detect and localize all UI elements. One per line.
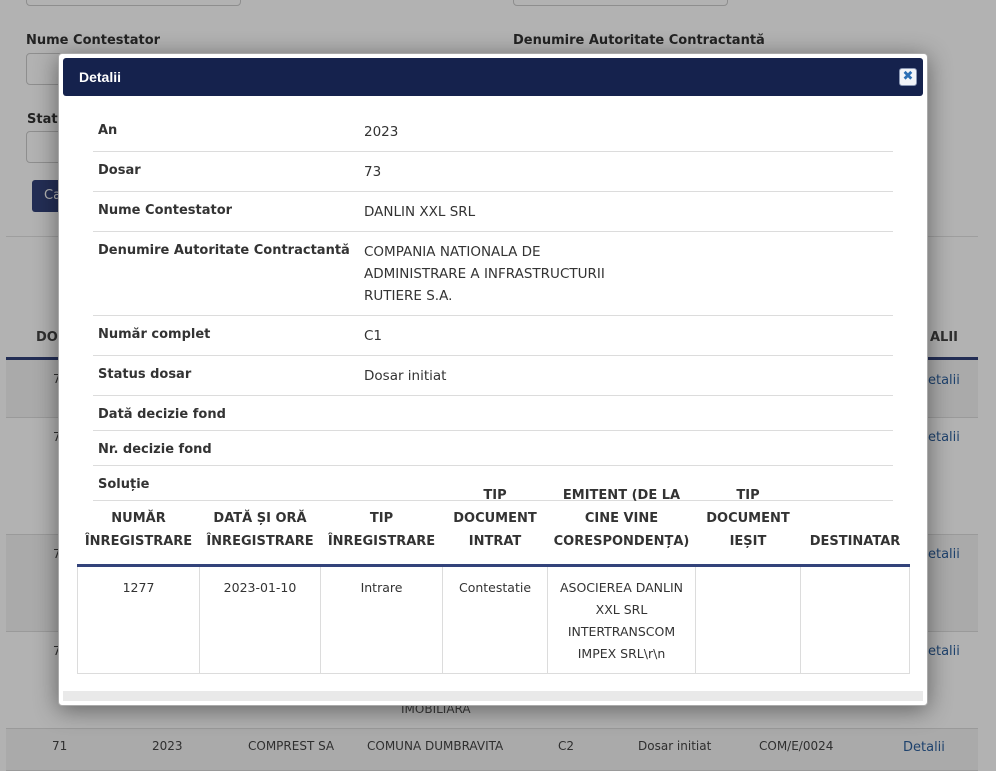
detail-value: 73 — [364, 164, 382, 180]
detail-row-autoritate: Denumire Autoritate Contractantă COMPANI… — [93, 232, 893, 316]
column-header[interactable]: TIP DOCUMENT IEȘIT — [695, 484, 801, 567]
detail-row-status: Status dosar Dosar initiat — [93, 356, 893, 396]
table-header-row: NUMĂR ÎNREGISTRARE DATĂ ȘI ORĂ ÎNREGISTR… — [77, 484, 910, 567]
detail-label: Status dosar — [98, 367, 192, 382]
detail-label: Denumire Autoritate Contractantă — [98, 243, 350, 258]
details-modal: Detalii ✖ An 2023 Dosar 73 Nume Contesta… — [58, 53, 928, 706]
cell-emitent: ASOCIEREA DANLIN XXL SRL INTERTRANSCOM I… — [547, 565, 696, 674]
cell-tip-intrat: Contestatie — [442, 565, 548, 674]
detail-row-nr-decizie: Nr. decizie fond — [93, 431, 893, 466]
column-header[interactable]: TIP DOCUMENT INTRAT — [442, 484, 548, 567]
cell-numar: 1277 — [77, 565, 200, 674]
detail-value: DANLIN XXL SRL — [364, 204, 476, 220]
detail-row-an: An 2023 — [93, 112, 893, 152]
column-header[interactable]: DATĂ ȘI ORĂ ÎNREGISTRARE — [199, 484, 321, 567]
cell-tip-inregistrare: Intrare — [320, 565, 443, 674]
horizontal-scrollbar[interactable] — [63, 691, 923, 701]
detail-label: Număr complet — [98, 327, 211, 342]
column-header[interactable]: EMITENT (DE LA CINE VINE CORESPONDENȚA) — [547, 484, 696, 567]
detail-value: COMPANIA NATIONALA DE ADMINISTRARE A INF… — [364, 244, 605, 304]
detail-value: Dosar initiat — [364, 368, 447, 384]
detail-label: Nume Contestator — [98, 203, 233, 218]
detail-label: Nr. decizie fond — [98, 442, 212, 457]
modal-titlebar[interactable]: Detalii ✖ — [63, 58, 923, 96]
detail-row-data-decizie: Dată decizie fond — [93, 396, 893, 431]
detail-value — [364, 466, 624, 483]
detail-row-dosar: Dosar 73 — [93, 152, 893, 192]
cell-tip-iesit — [695, 565, 801, 674]
detail-label: An — [98, 123, 118, 138]
detail-row-contestator: Nume Contestator DANLIN XXL SRL — [93, 192, 893, 232]
column-header[interactable]: DESTINATAR — [800, 484, 910, 567]
detail-value: 2023 — [364, 124, 399, 140]
cell-destinatar — [800, 565, 910, 674]
details-list: An 2023 Dosar 73 Nume Contestator DANLIN… — [93, 112, 893, 501]
detail-label: Dosar — [98, 163, 141, 178]
detail-value — [364, 396, 624, 413]
detail-value — [364, 431, 624, 448]
detail-value: C1 — [364, 328, 383, 344]
detail-label: Dată decizie fond — [98, 407, 226, 422]
detail-row-complet: Număr complet C1 — [93, 316, 893, 356]
column-header[interactable]: TIP ÎNREGISTRARE — [320, 484, 443, 567]
table-row: 1277 2023-01-10 Intrare Contestatie ASOC… — [77, 565, 910, 674]
modal-title: Detalii — [79, 69, 122, 85]
documents-table: NUMĂR ÎNREGISTRARE DATĂ ȘI ORĂ ÎNREGISTR… — [77, 484, 910, 674]
close-icon[interactable]: ✖ — [899, 68, 917, 86]
column-header[interactable]: NUMĂR ÎNREGISTRARE — [77, 484, 200, 567]
cell-data: 2023-01-10 — [199, 565, 321, 674]
